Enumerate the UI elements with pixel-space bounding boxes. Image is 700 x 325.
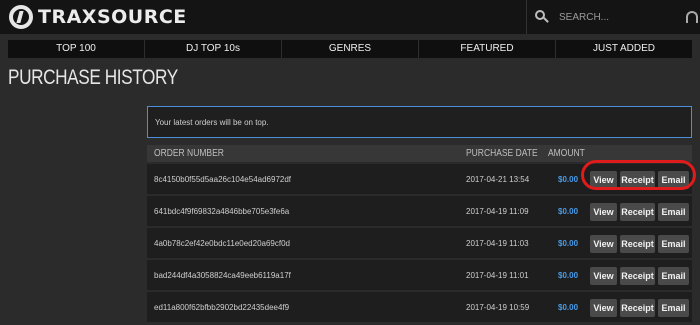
logo-ring-icon — [9, 5, 33, 29]
email-button[interactable]: Email — [658, 235, 689, 253]
search-area — [526, 0, 681, 34]
view-button[interactable]: View — [590, 203, 617, 221]
nav-item-just-added[interactable]: JUST ADDED — [556, 40, 692, 58]
order-number: ed11a800f62bfbb2902bd22435dee4f9 — [154, 303, 290, 312]
top-header: TRAXSOURCE — [0, 0, 700, 34]
order-amount: $0.00 — [558, 207, 579, 216]
receipt-button[interactable]: Receipt — [620, 267, 655, 285]
logo-text: TRAXSOURCE — [38, 6, 187, 28]
order-amount: $0.00 — [558, 175, 579, 184]
order-number: 8c4150b0f55d5aa26c104e54ad6972df — [154, 175, 292, 184]
order-number: 4a0b78c2ef42e0bdc11e0ed20a69cf0d — [154, 239, 290, 248]
search-icon[interactable] — [535, 10, 549, 24]
nav-item-genres[interactable]: GENRES — [282, 40, 419, 58]
column-amount: AMOUNT — [548, 148, 585, 159]
nav-item-dj-top-10s[interactable]: DJ TOP 10s — [145, 40, 282, 58]
purchase-date: 2017-04-19 10:59 — [466, 303, 530, 312]
purchase-date: 2017-04-19 11:09 — [466, 207, 529, 216]
column-purchase-date: PURCHASE DATE — [466, 148, 538, 159]
email-button[interactable]: Email — [658, 299, 689, 317]
email-button[interactable]: Email — [658, 267, 689, 285]
order-amount: $0.00 — [558, 303, 579, 312]
table-row: 4a0b78c2ef42e0bdc11e0ed20a69cf0d 2017-04… — [147, 226, 692, 258]
orders-notice: Your latest orders will be on top. — [147, 106, 692, 138]
email-button[interactable]: Email — [658, 171, 689, 189]
table-row: ed11a800f62bfbb2902bd22435dee4f9 2017-04… — [147, 290, 692, 322]
order-number: 641bdc4f9f69832a4846bbe705e3fe6a — [154, 207, 290, 216]
purchase-date: 2017-04-19 11:01 — [466, 271, 529, 280]
traxsource-logo[interactable]: TRAXSOURCE — [9, 5, 187, 29]
view-button[interactable]: View — [590, 235, 617, 253]
view-button[interactable]: View — [590, 299, 617, 317]
main-nav: TOP 100 DJ TOP 10s GENRES FEATURED JUST … — [8, 40, 692, 58]
receipt-button[interactable]: Receipt — [620, 235, 655, 253]
receipt-button[interactable]: Receipt — [620, 203, 655, 221]
purchase-date: 2017-04-21 13:54 — [466, 175, 530, 184]
receipt-button[interactable]: Receipt — [620, 171, 655, 189]
headphones-icon[interactable] — [686, 11, 698, 23]
view-button[interactable]: View — [590, 171, 617, 189]
table-row: bad244df4a3058824ca49eeb6119a17f 2017-04… — [147, 258, 692, 290]
purchase-date: 2017-04-19 11:03 — [466, 239, 529, 248]
column-order-number: ORDER NUMBER — [154, 148, 224, 159]
view-button[interactable]: View — [590, 267, 617, 285]
receipt-button[interactable]: Receipt — [620, 299, 655, 317]
table-row: 8c4150b0f55d5aa26c104e54ad6972df 2017-04… — [147, 162, 692, 194]
nav-item-featured[interactable]: FEATURED — [419, 40, 556, 58]
table-row: 641bdc4f9f69832a4846bbe705e3fe6a 2017-04… — [147, 194, 692, 226]
table-header: ORDER NUMBER PURCHASE DATE AMOUNT — [147, 145, 692, 162]
email-button[interactable]: Email — [658, 203, 689, 221]
search-input[interactable] — [559, 11, 669, 23]
order-amount: $0.00 — [558, 271, 579, 280]
order-number: bad244df4a3058824ca49eeb6119a17f — [154, 271, 291, 280]
page-title: PURCHASE HISTORY — [8, 66, 178, 89]
purchase-history-table: ORDER NUMBER PURCHASE DATE AMOUNT 8c4150… — [147, 145, 696, 322]
order-amount: $0.00 — [558, 239, 579, 248]
nav-item-top-100[interactable]: TOP 100 — [8, 40, 145, 58]
